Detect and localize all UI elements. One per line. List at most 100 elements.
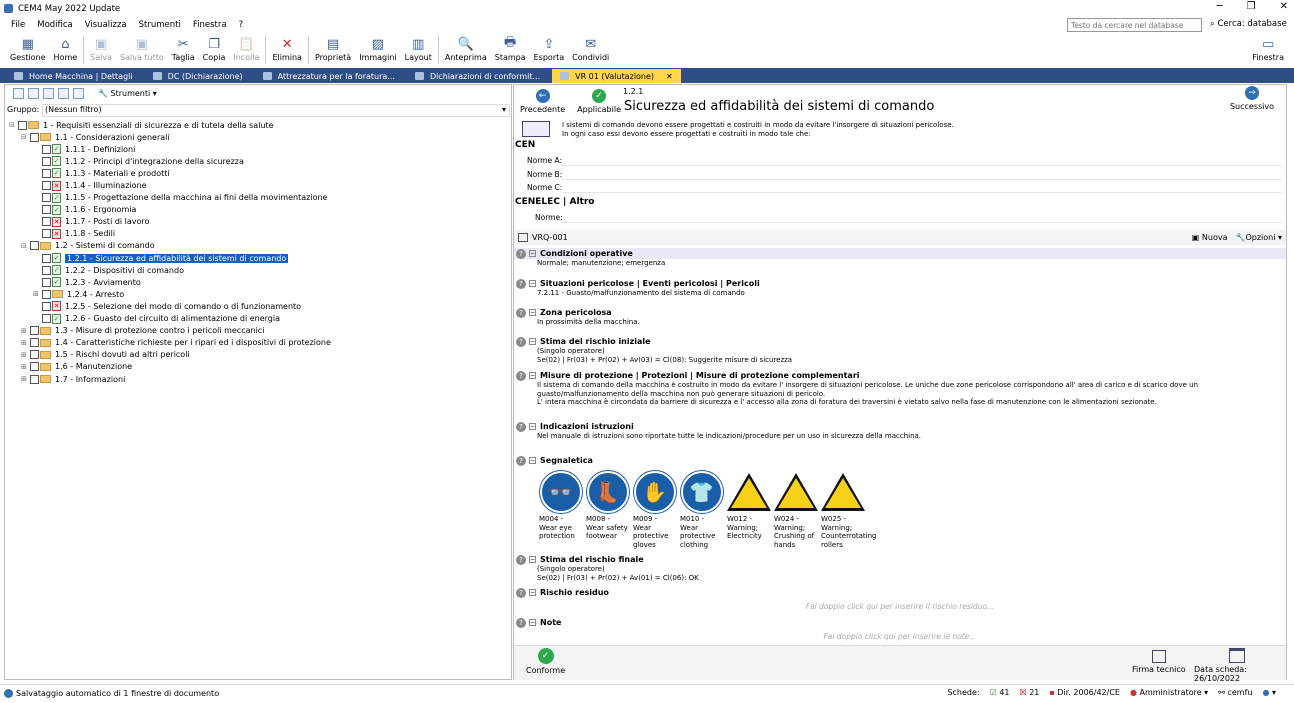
tree-checkbox[interactable] (42, 217, 51, 227)
tree-checkbox[interactable] (42, 144, 51, 154)
paste-button[interactable]: 📋 Incolla (233, 36, 259, 63)
gruppo-select[interactable]: (Nessun filtro) ▾ (42, 104, 510, 117)
copy-button[interactable]: ❐ Copia (203, 36, 226, 63)
tree-checkbox[interactable] (30, 132, 39, 142)
menu-finestra[interactable]: Finestra (193, 20, 227, 30)
applicable-button[interactable]: ✓ Applicabile (577, 88, 621, 114)
menu-modifica[interactable]: Modifica (37, 20, 73, 30)
tree-checkbox[interactable] (30, 362, 39, 372)
tree-node[interactable]: ✓ 1.2.1 - Sicurezza ed affidabilità dei s… (9, 252, 509, 264)
tree-node[interactable]: ✓ 1.1.1 - Definizioni (9, 143, 509, 155)
tree-checkbox[interactable] (42, 205, 51, 215)
tree-checkbox[interactable] (30, 241, 39, 251)
check-icon[interactable] (43, 87, 54, 99)
collapse-icon[interactable]: − (529, 250, 536, 257)
user[interactable]: ● Amministratore ▾ (1130, 688, 1208, 697)
prev-button[interactable]: ← Precedente (520, 88, 565, 114)
database[interactable]: ⚯ cemfu (1218, 688, 1252, 697)
new-item-icon[interactable] (13, 87, 24, 99)
help-icon[interactable]: ? (516, 248, 526, 259)
tree-node[interactable]: ⊞ 1.6 - Manutenzione (9, 361, 509, 373)
tree-checkbox[interactable] (18, 120, 27, 130)
section-body[interactable]: In prossimità della macchina. (537, 318, 1277, 327)
refresh-icon[interactable] (58, 87, 69, 99)
close-tab-icon[interactable]: ✕ (666, 72, 673, 81)
safety-sign[interactable]: W024 - Warning; Crushing of hands (773, 470, 818, 549)
section-body[interactable]: Se(02) | Fr(03) + Pr(02) + Av(01) = Cl(0… (537, 574, 1277, 583)
section-body[interactable]: L' intera macchina è circondata da barri… (537, 398, 1277, 407)
expander-icon[interactable]: ⊞ (21, 375, 30, 383)
directive[interactable]: ▪ Dir. 2006/42/CE (1049, 688, 1120, 697)
note-placeholder[interactable]: Fai doppio click qui per inserire le not… (514, 632, 1286, 641)
section-body[interactable]: 7.2.11 - Guasto/malfunzionamento del sis… (537, 289, 1277, 298)
export-button[interactable]: ⇪ Esporta (534, 36, 565, 63)
minimize-button[interactable]: ─ (1217, 1, 1223, 12)
tree-node[interactable]: ✓ 1.2.2 - Dispositivi di comando (9, 264, 509, 276)
tree-node[interactable]: ⊞ 1.3 - Misure di protezione contro i per… (9, 325, 509, 337)
help-icon[interactable]: ? (516, 421, 526, 432)
expander-icon[interactable]: ⊞ (33, 290, 42, 298)
finestra-button[interactable]: ▭ Finestra (1252, 36, 1284, 63)
vrq-tab[interactable]: VRQ-001 (532, 233, 568, 242)
search-input[interactable] (1067, 18, 1202, 32)
help-dropdown[interactable]: ● ▾ (1262, 688, 1276, 697)
safety-sign[interactable]: W012 - Warning; Electricity (726, 470, 771, 549)
expander-icon[interactable]: ⊞ (21, 351, 30, 359)
safety-sign[interactable]: 👓 M004 - Wear eye protection (539, 470, 582, 549)
tree-node[interactable]: ✓ 1.1.6 - Ergonomia (9, 204, 509, 216)
preview-button[interactable]: 🔍 Anteprima (445, 36, 487, 63)
gestione-button[interactable]: ▦ Gestione (10, 36, 46, 63)
tree-node[interactable]: ⊟ 1 - Requisiti essenziali di sicurezza e… (9, 119, 509, 131)
help-icon[interactable]: ? (516, 278, 526, 289)
menu-help[interactable]: ? (239, 20, 244, 30)
tree-node[interactable]: ✕ 1.1.8 - Sedili (9, 228, 509, 240)
tree-node[interactable]: ⊞ 1.2.4 - Arresto (9, 288, 509, 300)
tree-checkbox[interactable] (30, 350, 39, 360)
home-button[interactable]: ⌂ Home (54, 36, 78, 63)
document-tab[interactable]: DC (Dichiarazione) (145, 69, 251, 83)
close-button[interactable]: ✕ (1280, 1, 1288, 12)
tree-node[interactable]: ⊞ 1.5 - Rischi dovuti ad altri pericoli (9, 349, 509, 361)
opzioni-button[interactable]: 🔧Opzioni ▾ (1235, 233, 1282, 242)
tree-checkbox[interactable] (42, 193, 51, 203)
nuova-button[interactable]: ▣ Nuova (1192, 233, 1228, 242)
tree-checkbox[interactable] (42, 314, 51, 324)
tree-checkbox[interactable] (30, 374, 39, 384)
collapse-icon[interactable]: − (529, 280, 536, 287)
tree-checkbox[interactable] (42, 156, 51, 166)
layout-button[interactable]: ▥ Layout (405, 36, 432, 63)
tree-node[interactable]: ⊟ 1.1 - Considerazioni generali (9, 131, 509, 143)
images-button[interactable]: ▨ Immagini (359, 36, 396, 63)
menu-strumenti[interactable]: Strumenti (139, 20, 181, 30)
tree-checkbox[interactable] (30, 326, 39, 336)
expander-icon[interactable]: ⊞ (21, 363, 30, 371)
cut-button[interactable]: ✂ Taglia (172, 36, 195, 63)
help-icon[interactable]: ? (516, 455, 526, 466)
collapse-icon[interactable]: − (529, 619, 536, 626)
tree-node[interactable]: ✓ 1.1.5 - Progettazione della macchina ai… (9, 192, 509, 204)
expander-icon[interactable]: ⊟ (21, 242, 30, 250)
tree-node[interactable]: ✕ 1.1.7 - Posti di lavoro (9, 216, 509, 228)
document-tab[interactable]: Attrezzatura per la foratura... (255, 69, 403, 83)
next-button[interactable]: → Successivo (1230, 86, 1274, 111)
add-icon[interactable] (28, 87, 39, 99)
data-scheda-button[interactable]: Data scheda: 26/10/2022 (1194, 648, 1280, 683)
section-body[interactable]: Normale; manutenzione; emergenza (537, 259, 1277, 268)
strumenti-dropdown[interactable]: 🔧 Strumenti ▾ (98, 89, 157, 98)
collapse-icon[interactable]: − (529, 556, 536, 563)
tree-node[interactable]: ✓ 1.2.3 - Avviamento (9, 276, 509, 288)
collapse-icon[interactable]: − (529, 338, 536, 345)
residuo-placeholder[interactable]: Fai doppio click qui per inserire il ris… (514, 602, 1286, 611)
safety-sign[interactable]: 👕 M010 - Wear protective clothing (680, 470, 723, 549)
tree-checkbox[interactable] (30, 338, 39, 348)
delete-button[interactable]: ✕ Elimina (272, 36, 302, 63)
section-body[interactable]: (Singolo operatore) (537, 347, 1277, 356)
document-tab[interactable]: Home Macchina | Dettagli (6, 69, 141, 83)
tree-node[interactable]: ✕ 1.1.4 - Illuminazione (9, 179, 509, 191)
collapse-icon[interactable]: − (529, 589, 536, 596)
help-icon[interactable]: ? (516, 587, 526, 598)
collapse-icon[interactable]: − (529, 372, 536, 379)
help-icon[interactable]: ? (516, 370, 526, 381)
section-body[interactable]: Se(02) | Fr(03) + Pr(02) + Av(03) = Cl(0… (537, 356, 1277, 365)
properties-button[interactable]: ▤ Proprietà (315, 36, 351, 63)
